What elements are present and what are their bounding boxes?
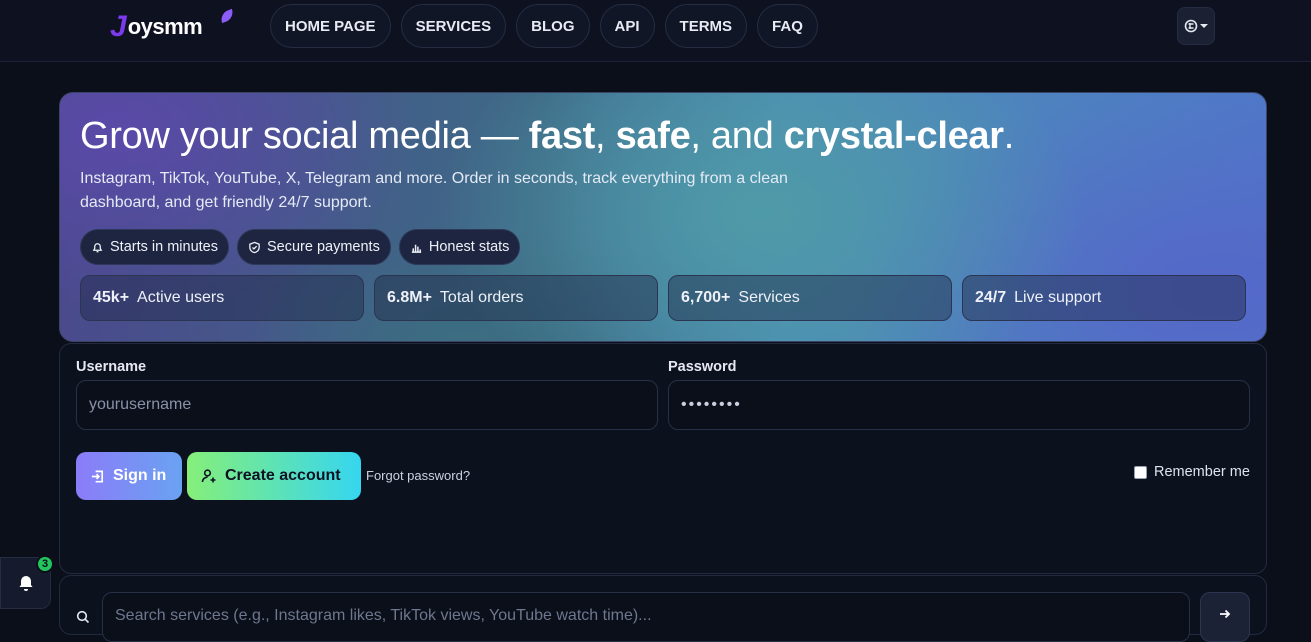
logo-text: oysmm	[127, 14, 203, 39]
shield-check-icon	[249, 241, 260, 253]
search-submit-button[interactable]	[1200, 592, 1250, 642]
remember-checkbox[interactable]	[1134, 465, 1147, 479]
create-account-button[interactable]: Create account	[187, 452, 361, 500]
stats-row: 45k+ Active users 6.8M+ Total orders 6,700…	[80, 275, 1246, 321]
arrow-right-icon	[1220, 609, 1231, 619]
search-icon	[76, 610, 90, 624]
login-card: Username yourusername Password •••••••• …	[59, 343, 1267, 574]
stat-live-support: 24/7 Live support	[962, 275, 1246, 321]
nav-services[interactable]: SERVICES	[400, 4, 507, 48]
chip-label: Honest stats	[428, 239, 510, 255]
username-input[interactable]: yourusername	[76, 380, 658, 430]
nav-terms[interactable]: TERMS	[664, 4, 748, 48]
chip-starts: Starts in minutes	[80, 229, 229, 265]
user-plus-icon	[201, 469, 216, 483]
nav-blog[interactable]: BLOG	[516, 4, 590, 48]
chip-stats: Honest stats	[398, 229, 521, 265]
hero-title: Grow your social media — fast, safe, and…	[80, 115, 1015, 157]
remember-label: Remember me	[1154, 464, 1250, 480]
bell-icon	[92, 242, 103, 252]
sign-in-button[interactable]: Sign in	[76, 452, 182, 500]
password-label: Password	[668, 359, 737, 375]
leaf-icon	[218, 8, 236, 24]
forgot-password-link[interactable]: Forgot password?	[366, 468, 470, 483]
remember-me[interactable]: Remember me	[1134, 464, 1250, 480]
brand-logo[interactable]: J oysmm	[110, 8, 236, 44]
nav-home[interactable]: HOME PAGE	[270, 4, 391, 48]
stat-services: 6,700+ Services	[668, 275, 952, 321]
bar-chart-icon	[411, 244, 421, 253]
hero-banner: Grow your social media — fast, safe, and…	[59, 92, 1267, 342]
search-card: Search services (e.g., Instagram likes, …	[59, 575, 1267, 642]
nav-api[interactable]: API	[599, 4, 655, 48]
sign-in-icon	[91, 470, 104, 482]
notification-count-badge: 3	[36, 555, 54, 573]
nav-faq[interactable]: FAQ	[757, 4, 818, 48]
stat-active-users: 45k+ Active users	[80, 275, 364, 321]
chip-secure: Secure payments	[237, 229, 391, 265]
chip-label: Secure payments	[267, 239, 380, 255]
password-input[interactable]: ••••••••	[668, 380, 1250, 430]
username-label: Username	[76, 359, 147, 375]
feature-chips: Starts in minutes Secure payments Honest…	[80, 229, 521, 265]
bell-icon	[19, 576, 32, 591]
search-input[interactable]: Search services (e.g., Instagram likes, …	[102, 592, 1190, 642]
hero-subtitle: Instagram, TikTok, YouTube, X, Telegram …	[80, 170, 788, 211]
nav-links: HOME PAGE SERVICES BLOG API TERMS FAQ	[270, 4, 818, 48]
stat-total-orders: 6.8M+ Total orders	[374, 275, 658, 321]
top-nav: J oysmm HOME PAGE SERVICES BLOG API TERM…	[0, 0, 1311, 62]
chevron-down-icon	[1200, 24, 1208, 28]
create-account-label: Create account	[225, 467, 341, 484]
chip-label: Starts in minutes	[110, 239, 218, 255]
language-dropdown[interactable]	[1177, 7, 1215, 45]
sign-in-label: Sign in	[113, 467, 167, 484]
logo-letter: J	[110, 10, 127, 43]
globe-icon	[1184, 19, 1198, 33]
